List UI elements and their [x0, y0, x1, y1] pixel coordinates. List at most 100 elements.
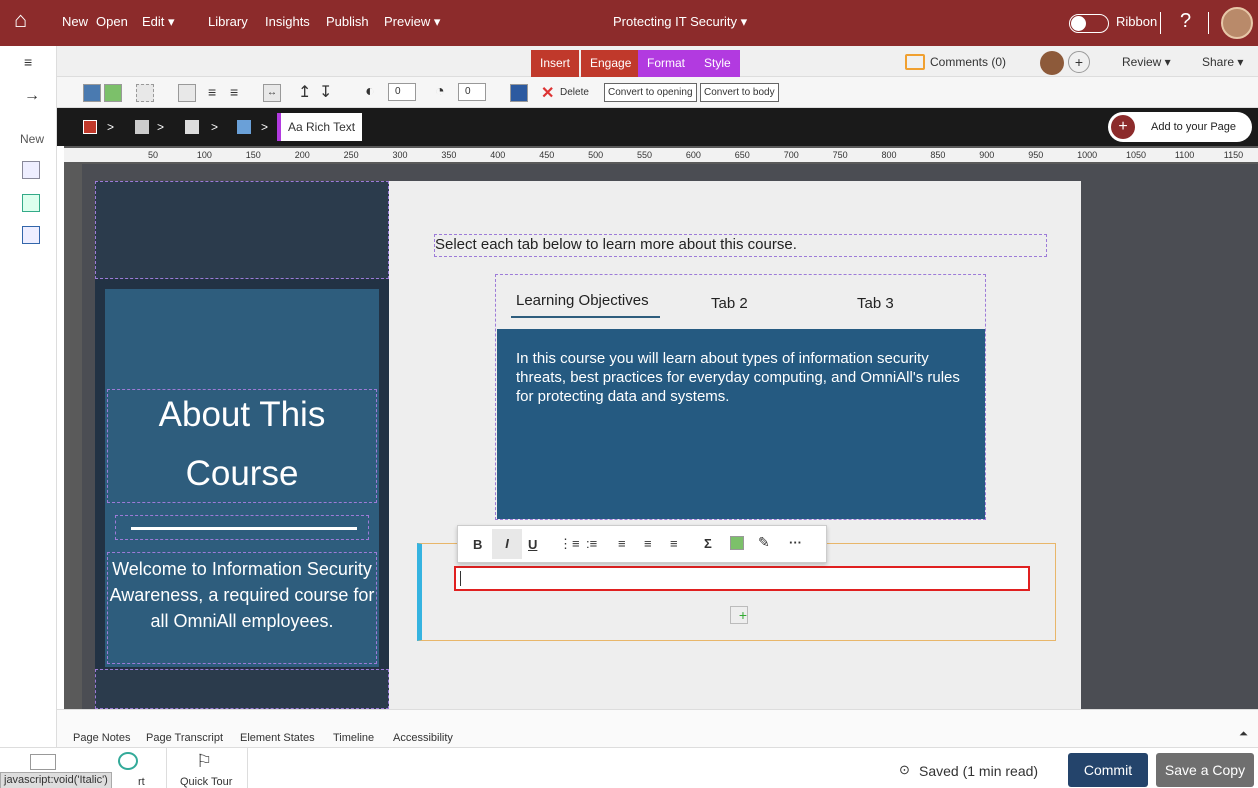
course-title[interactable]: Protecting IT Security ▾ — [613, 14, 747, 30]
text-crumb-icon[interactable] — [237, 120, 251, 134]
signpost-icon[interactable]: ⚐ — [196, 751, 212, 772]
top-bar: ⌂ New Open Edit ▾ Library Insights Publi… — [0, 0, 1258, 46]
italic-button[interactable]: I — [492, 529, 522, 559]
tab-3[interactable]: Tab 3 — [857, 295, 894, 312]
tab-timeline[interactable]: Timeline — [333, 732, 374, 744]
chat-icon[interactable] — [118, 752, 138, 770]
tab-page-notes[interactable]: Page Notes — [73, 732, 130, 744]
align-center-icon[interactable]: ≡ — [644, 536, 652, 551]
tab-format[interactable]: Format — [638, 50, 695, 77]
ruler-track: 50 100 150 200 250 300 350 400 450 500 550 600 650 70… — [64, 148, 1258, 162]
convert-to-body-button[interactable]: Convert to body — [700, 83, 779, 102]
question-page-icon[interactable] — [22, 194, 40, 212]
review-menu[interactable]: Review ▾ — [1122, 55, 1171, 69]
ruler-tick-label: 500 — [588, 150, 604, 160]
underline-button[interactable]: U — [528, 537, 537, 552]
block-crumb-icon[interactable] — [185, 120, 199, 134]
add-collaborator-button[interactable]: + — [1068, 51, 1090, 73]
more-icon[interactable]: ··· — [789, 535, 802, 550]
add-element-icon[interactable]: + — [730, 606, 748, 624]
tab-accessibility[interactable]: Accessibility — [393, 732, 453, 744]
rotate-spinner[interactable]: 0 — [458, 83, 486, 101]
save-copy-button[interactable]: Save a Copy — [1156, 753, 1254, 787]
text-cursor — [460, 571, 461, 586]
tab-style[interactable]: Style — [695, 50, 740, 77]
chevron-right-icon: > — [107, 120, 115, 134]
current-crumb[interactable]: Aa Rich Text — [277, 113, 363, 141]
layout-crumb-icon[interactable] — [135, 120, 149, 134]
menu-insights[interactable]: Insights — [265, 14, 310, 29]
opacity-icon[interactable]: ◐ — [365, 83, 375, 101]
divider — [1160, 12, 1161, 34]
rotate-icon[interactable]: ◔ — [435, 83, 445, 101]
image-icon[interactable] — [730, 536, 744, 550]
menu-open[interactable]: Open — [96, 14, 128, 29]
contacts-icon[interactable] — [30, 754, 56, 770]
collapse-icon[interactable]: ⏶ — [1239, 728, 1248, 741]
bulleted-list-icon[interactable]: :≡ — [586, 536, 597, 551]
image-icon[interactable] — [104, 84, 122, 102]
convert-to-opening-button[interactable]: Convert to opening — [604, 83, 697, 102]
align-right-icon[interactable]: ≡ — [230, 84, 238, 100]
menu-publish[interactable]: Publish — [326, 14, 369, 29]
ruler-tick-label: 1100 — [1174, 150, 1195, 160]
ruler-tick-label: 700 — [783, 150, 799, 160]
tab-page-transcript[interactable]: Page Transcript — [146, 732, 223, 744]
tab-engage[interactable]: Engage — [581, 50, 641, 77]
comments-button[interactable]: Comments (0) — [930, 55, 1006, 69]
delete-icon[interactable]: ✕ — [541, 83, 554, 103]
delete-button[interactable]: Delete — [560, 87, 589, 98]
fit-icon[interactable] — [178, 84, 196, 102]
menu-preview[interactable]: Preview ▾ — [384, 14, 440, 30]
panel-top-image — [95, 181, 389, 279]
align-top-icon[interactable]: ↥ — [298, 82, 311, 102]
status-url-text: javascript:void('Italic') — [4, 774, 108, 786]
left-rail: ≡ → New — [0, 46, 57, 748]
sigma-icon[interactable]: Σ — [704, 536, 712, 551]
stretch-icon[interactable]: ↔ — [263, 84, 281, 102]
bold-button[interactable]: B — [473, 537, 482, 552]
home-icon[interactable]: ⌂ — [14, 9, 27, 31]
tab-insert[interactable]: Insert — [531, 50, 580, 77]
avatar[interactable] — [1221, 7, 1253, 39]
comment-icon[interactable] — [905, 54, 925, 70]
new-label: New — [20, 132, 45, 146]
align-bottom-icon[interactable]: ↧ — [319, 82, 332, 102]
menu-new[interactable]: New — [62, 14, 88, 29]
collaborator-avatar[interactable] — [1040, 51, 1064, 75]
align-right-icon[interactable]: ≡ — [670, 536, 678, 551]
word-icon[interactable] — [510, 84, 528, 102]
status-tail: rt — [138, 776, 145, 788]
text-input-area[interactable] — [454, 566, 1030, 591]
divider — [1208, 12, 1209, 34]
ruler-tick-label: 250 — [343, 150, 359, 160]
text-format-bar: B I U ⋮≡ :≡ ≡ ≡ ≡ Σ ✎ ··· — [457, 525, 827, 563]
tab-element-states[interactable]: Element States — [240, 732, 315, 744]
quick-tour-button[interactable]: Quick Tour — [180, 776, 232, 788]
help-icon[interactable]: ? — [1180, 10, 1191, 33]
commit-button[interactable]: Commit — [1068, 753, 1148, 787]
menu-library[interactable]: Library — [208, 14, 248, 29]
page-template-icon[interactable] — [22, 161, 40, 179]
tab-learning-objectives[interactable]: Learning Objectives — [516, 292, 649, 309]
page-crumb-icon[interactable] — [83, 120, 97, 134]
background-color-icon[interactable] — [83, 84, 101, 102]
ribbon-toggle[interactable] — [1069, 14, 1109, 33]
align-left-icon[interactable]: ≡ — [208, 84, 216, 100]
chevron-right-icon: > — [211, 120, 219, 134]
tab-2[interactable]: Tab 2 — [711, 295, 748, 312]
numbered-list-icon[interactable]: ⋮≡ — [559, 536, 580, 552]
share-menu[interactable]: Share ▾ — [1202, 55, 1243, 69]
opacity-spinner[interactable]: 0 — [388, 83, 416, 101]
ruler-tick-label: 1000 — [1077, 150, 1098, 160]
add-to-page-button[interactable]: + Add to your Page — [1108, 112, 1252, 142]
search-page-icon[interactable] — [22, 226, 40, 244]
hamburger-icon[interactable]: ≡ — [24, 54, 32, 70]
vertical-ruler — [64, 164, 82, 709]
border-icon[interactable] — [136, 84, 154, 102]
arrow-right-icon[interactable]: → — [24, 87, 40, 105]
chevron-right-icon: > — [261, 120, 269, 134]
align-left-icon[interactable]: ≡ — [618, 536, 626, 551]
menu-edit[interactable]: Edit ▾ — [142, 14, 175, 30]
highlighter-icon[interactable]: ✎ — [758, 534, 770, 551]
